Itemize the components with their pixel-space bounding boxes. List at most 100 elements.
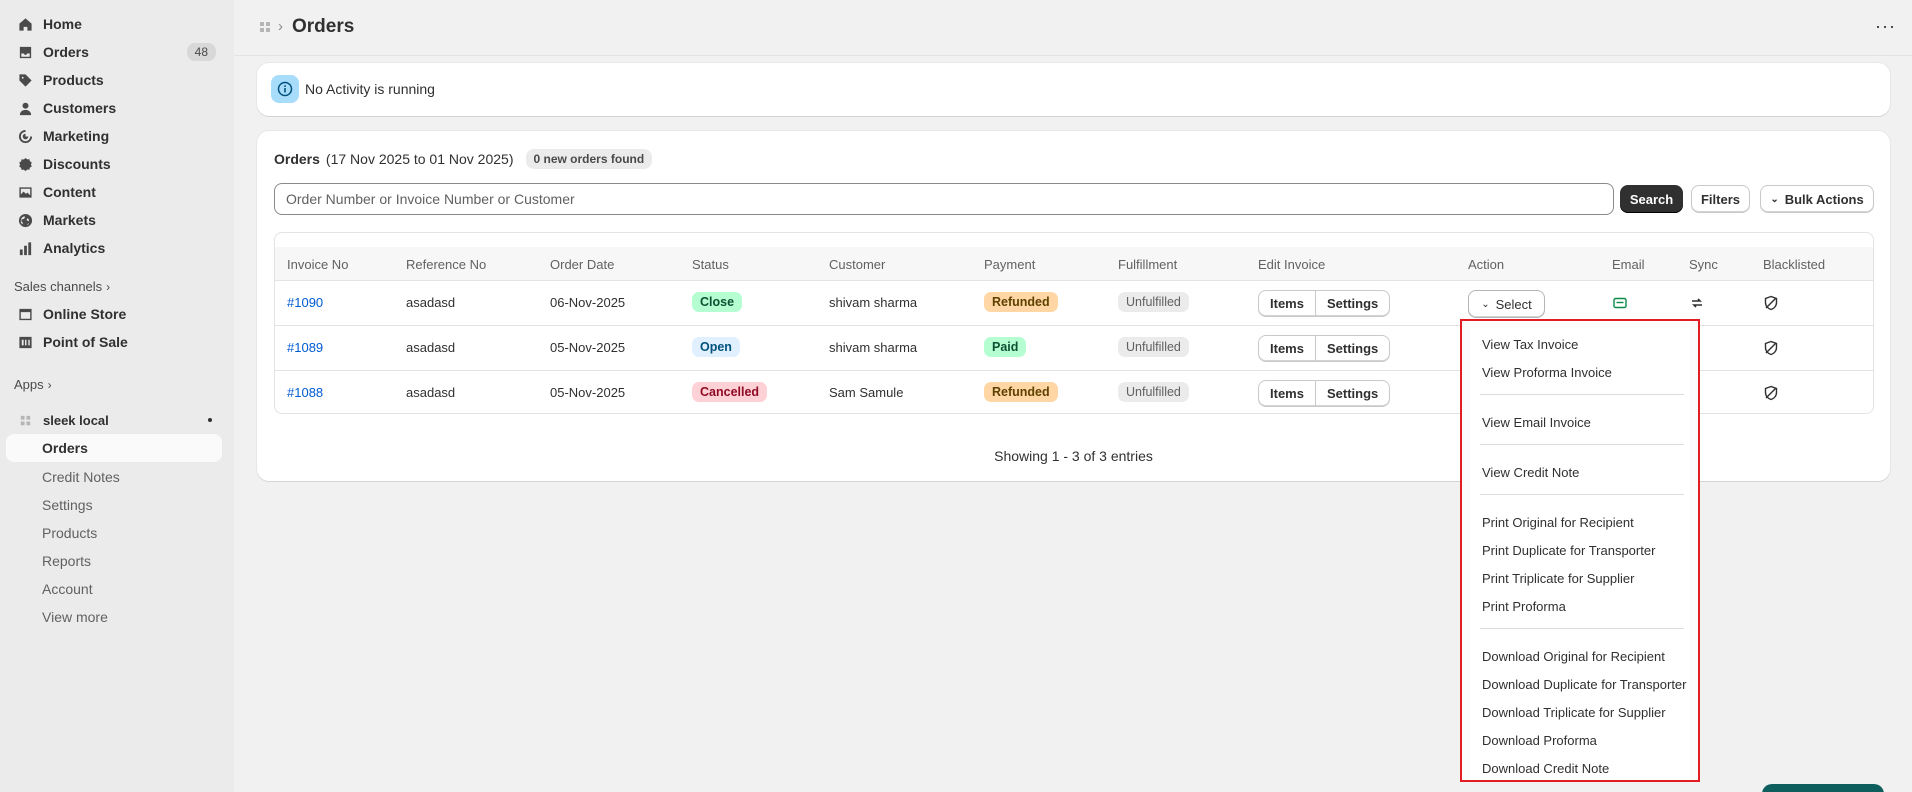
- customer-name: shivam sharma: [829, 295, 918, 310]
- action-select-button[interactable]: ⌄ Select: [1468, 290, 1545, 318]
- sidebar-item-label: Customers: [43, 100, 117, 116]
- sidebar-item-label: Markets: [43, 212, 96, 228]
- column-header-action: Action: [1468, 257, 1505, 272]
- menu-item-download-credit-note[interactable]: Download Credit Note: [1482, 761, 1609, 776]
- sidebar-sub-credit-notes[interactable]: Credit Notes: [42, 469, 120, 485]
- menu-item-print-proforma[interactable]: Print Proforma: [1482, 599, 1566, 614]
- menu-divider: [1480, 394, 1684, 395]
- bar-chart-icon: [17, 240, 33, 256]
- column-header-invoice-no[interactable]: Invoice No: [287, 257, 348, 272]
- column-header-status[interactable]: Status: [692, 257, 729, 272]
- sidebar-item-sleek-local[interactable]: sleek local: [6, 406, 222, 434]
- info-icon: [271, 75, 299, 103]
- menu-item-download-duplicate[interactable]: Download Duplicate for Transporter: [1482, 677, 1687, 692]
- sidebar-item-products[interactable]: Products: [6, 66, 222, 94]
- search-input[interactable]: [274, 183, 1614, 215]
- menu-item-print-original[interactable]: Print Original for Recipient: [1482, 515, 1634, 530]
- column-header-customer[interactable]: Customer: [829, 257, 885, 272]
- menu-item-download-triplicate[interactable]: Download Triplicate for Supplier: [1482, 705, 1666, 720]
- sidebar-item-label: sleek local: [43, 412, 109, 428]
- breadcrumb-separator: ›: [278, 18, 283, 35]
- sidebar-item-content[interactable]: Content: [6, 178, 222, 206]
- page-header: › Orders ···: [234, 0, 1912, 56]
- sidebar-item-orders[interactable]: Orders 48: [6, 38, 222, 66]
- sidebar-item-online-store[interactable]: Online Store: [6, 300, 222, 328]
- table-header: Invoice No Reference No Order Date Statu…: [275, 247, 1873, 281]
- blacklist-shield-icon[interactable]: [1763, 385, 1779, 401]
- menu-item-view-credit-note[interactable]: View Credit Note: [1482, 465, 1579, 480]
- menu-item-print-duplicate[interactable]: Print Duplicate for Transporter: [1482, 543, 1655, 558]
- payment-badge: Refunded: [984, 382, 1058, 402]
- orders-heading-title: Orders: [274, 151, 320, 167]
- orders-count-badge: 48: [186, 43, 216, 61]
- payment-badge: Refunded: [984, 292, 1058, 312]
- items-button[interactable]: Items: [1259, 291, 1315, 316]
- apps-label: Apps: [14, 377, 44, 392]
- app-breadcrumb-icon[interactable]: [258, 20, 272, 34]
- menu-item-download-proforma[interactable]: Download Proforma: [1482, 733, 1597, 748]
- sidebar-item-label: Content: [43, 184, 96, 200]
- column-header-payment[interactable]: Payment: [984, 257, 1035, 272]
- bulk-actions-button[interactable]: ⌄ Bulk Actions: [1760, 185, 1874, 213]
- menu-divider: [1480, 628, 1684, 629]
- activity-status-text: No Activity is running: [305, 81, 435, 97]
- reference-no: asadasd: [406, 385, 456, 400]
- content-icon: [17, 184, 33, 200]
- column-header-fulfillment[interactable]: Fulfillment: [1118, 257, 1177, 272]
- sidebar-item-markets[interactable]: Markets: [6, 206, 222, 234]
- filters-button[interactable]: Filters: [1691, 185, 1750, 213]
- sidebar: Home Orders 48 Products Customers Market…: [0, 0, 234, 792]
- pos-icon: [17, 334, 33, 350]
- person-icon: [17, 100, 33, 116]
- apps-section[interactable]: Apps ›: [14, 377, 52, 392]
- sidebar-item-label: Products: [43, 72, 104, 88]
- column-header-reference-no[interactable]: Reference No: [406, 257, 486, 272]
- bulk-actions-label: Bulk Actions: [1784, 191, 1864, 207]
- chevron-down-icon: ⌄: [1770, 193, 1779, 205]
- sidebar-sub-products[interactable]: Products: [42, 525, 97, 541]
- sidebar-sub-view-more[interactable]: View more: [42, 609, 108, 625]
- search-button[interactable]: Search: [1620, 185, 1683, 213]
- menu-item-view-email-invoice[interactable]: View Email Invoice: [1482, 415, 1591, 430]
- menu-item-download-original[interactable]: Download Original for Recipient: [1482, 649, 1665, 664]
- sidebar-sub-orders[interactable]: Orders: [6, 434, 222, 462]
- fulfillment-badge: Unfulfilled: [1118, 337, 1189, 357]
- more-actions-icon[interactable]: ···: [1875, 16, 1896, 37]
- sales-channels-section[interactable]: Sales channels ›: [14, 279, 110, 294]
- status-badge: Close: [692, 292, 743, 312]
- settings-button[interactable]: Settings: [1314, 336, 1389, 361]
- column-header-order-date[interactable]: Order Date: [550, 257, 614, 272]
- settings-button[interactable]: Settings: [1314, 291, 1389, 316]
- sidebar-item-home[interactable]: Home: [6, 10, 222, 38]
- settings-button[interactable]: Settings: [1314, 381, 1389, 406]
- menu-item-print-triplicate[interactable]: Print Triplicate for Supplier: [1482, 571, 1634, 586]
- sidebar-item-point-of-sale[interactable]: Point of Sale: [6, 328, 222, 356]
- reference-no: asadasd: [406, 295, 456, 310]
- sidebar-sub-settings[interactable]: Settings: [42, 497, 93, 513]
- sidebar-item-discounts[interactable]: Discounts: [6, 150, 222, 178]
- chevron-right-icon: ›: [47, 377, 52, 392]
- sidebar-item-label: Analytics: [43, 240, 106, 256]
- sidebar-item-customers[interactable]: Customers: [6, 94, 222, 122]
- blacklist-shield-icon[interactable]: [1763, 340, 1779, 356]
- edit-invoice-group: Items Settings: [1258, 380, 1391, 407]
- menu-item-view-proforma-invoice[interactable]: View Proforma Invoice: [1482, 365, 1612, 380]
- invoice-link[interactable]: #1089: [287, 340, 323, 355]
- sidebar-item-marketing[interactable]: Marketing: [6, 122, 222, 150]
- sidebar-sub-account[interactable]: Account: [42, 581, 93, 597]
- menu-divider: [1480, 494, 1684, 495]
- sidebar-sub-reports[interactable]: Reports: [42, 553, 91, 569]
- sync-icon[interactable]: [1689, 295, 1705, 311]
- sidebar-item-analytics[interactable]: Analytics: [6, 234, 222, 262]
- blacklist-shield-icon[interactable]: [1763, 295, 1779, 311]
- floating-action-button[interactable]: [1762, 784, 1884, 792]
- invoice-link[interactable]: #1088: [287, 385, 323, 400]
- invoice-link[interactable]: #1090: [287, 295, 323, 310]
- column-header-blacklisted: Blacklisted: [1763, 257, 1826, 272]
- items-button[interactable]: Items: [1259, 336, 1315, 361]
- items-button[interactable]: Items: [1259, 381, 1315, 406]
- payment-badge: Paid: [984, 337, 1027, 357]
- reference-no: asadasd: [406, 340, 456, 355]
- email-icon[interactable]: [1612, 295, 1628, 311]
- menu-item-view-tax-invoice[interactable]: View Tax Invoice: [1482, 337, 1578, 352]
